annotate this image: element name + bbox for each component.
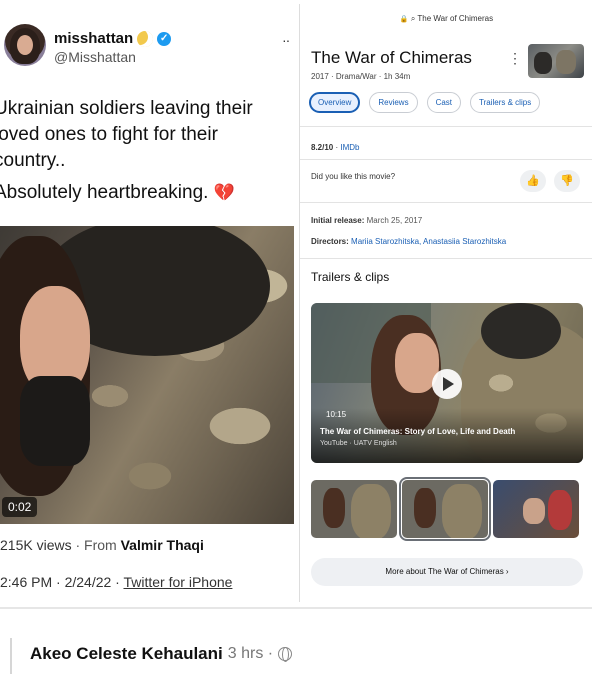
tweet-text: Ukrainian soldiers leaving their loved o… — [0, 96, 294, 212]
moon-emoji-icon — [137, 30, 154, 47]
play-icon[interactable] — [432, 369, 462, 399]
tweet-source-app[interactable]: Twitter for iPhone — [123, 574, 232, 590]
divider — [300, 126, 592, 127]
like-buttons: 👍 👎 — [520, 170, 580, 192]
directors: Directors: Mariia Starozhitska, Anastasi… — [311, 237, 506, 246]
comment-thread-line — [10, 638, 12, 674]
broken-heart-icon: 💔 — [213, 183, 235, 202]
rating-value: 8.2/10 — [311, 143, 334, 152]
knowledge-panel: 🔒 ⌕ The War of Chimeras The War of Chime… — [299, 4, 592, 602]
directors-label: Directors: — [311, 237, 349, 246]
tweet-timestamp[interactable]: 2:46 PM · 2/24/22 · — [0, 574, 120, 590]
tweet-video[interactable] — [0, 226, 294, 524]
release-value: March 25, 2017 — [366, 216, 423, 225]
movie-title: The War of Chimeras — [311, 48, 472, 67]
imdb-rating: 8.2/10 · IMDb — [311, 143, 360, 152]
display-name[interactable]: misshattan — [54, 30, 133, 47]
verified-badge-icon: ✓ — [157, 31, 172, 46]
more-options-icon[interactable]: ·· — [282, 32, 290, 48]
thumbs-down-icon[interactable]: 👎 — [554, 170, 580, 192]
tweet-author-name[interactable]: misshattan ✓ — [54, 30, 172, 47]
video-source: YouTube · UATV English — [320, 440, 397, 447]
tab-cast[interactable]: Cast — [426, 92, 462, 113]
video-duration: 10:15 — [326, 410, 347, 419]
tab-reviews[interactable]: Reviews — [369, 92, 418, 113]
tweet-handle[interactable]: @Misshattan — [54, 49, 136, 65]
from-label: From — [84, 537, 117, 553]
divider — [300, 159, 592, 160]
from-name[interactable]: Valmir Thaqi — [121, 537, 204, 553]
trailer-thumbnails — [311, 477, 583, 541]
tweet-views: 215K views · From Valmir Thaqi — [0, 537, 204, 553]
movie-thumbnail[interactable] — [528, 44, 584, 78]
divider — [300, 258, 592, 259]
trailers-heading: Trailers & clips — [311, 270, 390, 284]
avatar[interactable] — [4, 24, 46, 66]
initial-release: Initial release: March 25, 2017 — [311, 216, 422, 225]
url-text: The War of Chimeras — [417, 14, 494, 23]
comment-time[interactable]: 3 hrs · — [228, 645, 273, 663]
trailer-thumb-3[interactable] — [493, 480, 579, 538]
like-question: Did you like this movie? — [311, 172, 396, 181]
panel-tabs: Overview Reviews Cast Trailers & clips — [309, 92, 541, 113]
more-about-button[interactable]: More about The War of Chimeras › — [311, 558, 583, 586]
tweet-line-4-text: Absolutely heartbreaking. — [0, 182, 209, 203]
video-timestamp: 0:02 — [2, 497, 38, 517]
kebab-menu-icon[interactable]: ⋮ — [508, 50, 522, 67]
rating-source[interactable]: IMDb — [340, 143, 359, 152]
release-label: Initial release: — [311, 216, 365, 225]
tweet-line-3: country.. — [0, 150, 66, 171]
globe-icon — [278, 647, 293, 662]
trailer-thumb-1[interactable] — [311, 480, 397, 538]
tab-trailers[interactable]: Trailers & clips — [470, 92, 541, 113]
search-icon: ⌕ — [410, 14, 416, 23]
divider — [0, 607, 592, 609]
tweet-line-4: Absolutely heartbreaking. 💔 — [0, 180, 294, 206]
tweet-card: misshattan ✓ @Misshattan ·· Ukrainian so… — [0, 0, 300, 600]
lock-icon: 🔒 — [399, 16, 409, 23]
views-count: 215K views — [0, 537, 72, 553]
tab-overview[interactable]: Overview — [309, 92, 361, 113]
thumbs-up-icon[interactable]: 👍 — [520, 170, 546, 192]
url-bar[interactable]: 🔒 ⌕ The War of Chimeras — [300, 14, 592, 24]
directors-value[interactable]: Mariia Starozhitska, Anastasiia Starozhi… — [351, 237, 506, 246]
movie-subtitle: 2017 · Drama/War · 1h 34m — [311, 72, 411, 81]
trailer-video[interactable]: 10:15 The War of Chimeras: Story of Love… — [311, 303, 583, 463]
tweet-line-1: Ukrainian soldiers leaving their — [0, 98, 253, 119]
commenter-name[interactable]: Akeo Celeste Kehaulani — [30, 644, 223, 664]
video-title[interactable]: The War of Chimeras: Story of Love, Life… — [320, 427, 515, 436]
tweet-meta: 2:46 PM · 2/24/22 · Twitter for iPhone — [0, 574, 232, 590]
tweet-line-2: loved ones to fight for their — [0, 124, 218, 145]
trailer-thumb-2[interactable] — [399, 477, 491, 541]
divider — [300, 202, 592, 203]
comment-header: Akeo Celeste Kehaulani 3 hrs · — [30, 644, 293, 664]
